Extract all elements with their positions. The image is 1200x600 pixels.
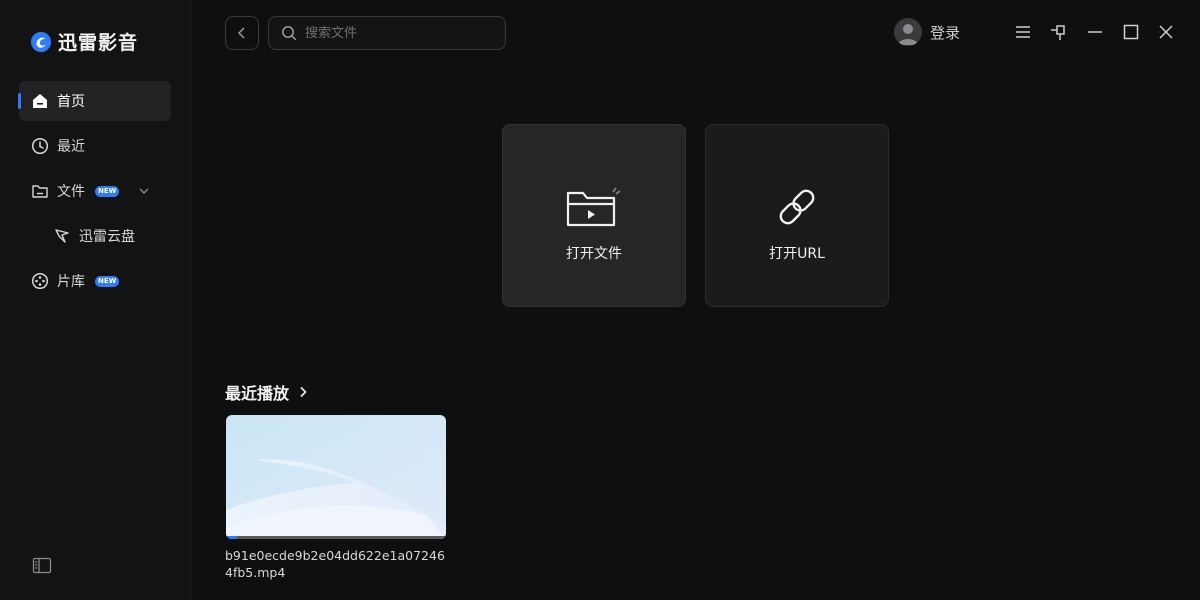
sidebar-item-home[interactable]: 首页 [18, 81, 171, 121]
open-url-button[interactable]: 打开URL [705, 124, 889, 307]
menu-icon[interactable] [1013, 22, 1033, 42]
cloud-drive-icon [55, 229, 69, 243]
clock-icon [31, 137, 49, 155]
open-file-button[interactable]: 打开文件 [502, 124, 686, 307]
sidebar-item-files[interactable]: 文件 NEW [19, 171, 171, 211]
folder-icon [32, 185, 48, 198]
sidebar-item-label: 最近 [57, 139, 85, 155]
home-icon [33, 94, 47, 108]
pin-icon[interactable] [1049, 22, 1069, 42]
app-name: 迅雷影音 [58, 32, 139, 54]
playback-progress-fill [226, 536, 237, 539]
chevron-left-icon [237, 27, 245, 39]
playback-progress-track [226, 536, 446, 539]
maximize-icon[interactable] [1121, 22, 1141, 42]
search-box[interactable] [268, 16, 506, 50]
new-badge: NEW [95, 275, 120, 287]
film-reel-icon [31, 272, 49, 290]
new-badge: NEW [95, 185, 120, 197]
back-button[interactable] [225, 16, 259, 50]
link-icon [779, 189, 815, 225]
login-label: 登录 [930, 23, 961, 42]
chevron-right-icon [300, 386, 307, 398]
search-icon [282, 26, 297, 41]
recent-section-header[interactable]: 最近播放 [225, 380, 309, 404]
recent-title: 最近播放 [225, 384, 290, 403]
open-file-label: 打开文件 [566, 246, 622, 262]
sidebar-item-label: 首页 [57, 94, 85, 110]
app-logo: 迅雷影音 [30, 28, 138, 55]
close-icon[interactable] [1156, 22, 1176, 42]
thunder-logo-icon [30, 31, 52, 52]
sidebar: 迅雷影音 首页 最近 文件 NEW 迅雷云盘 片库 NEW [0, 0, 191, 600]
video-thumbnail-image [226, 415, 446, 539]
sidebar-collapse-icon[interactable] [32, 557, 52, 575]
sidebar-item-label: 迅雷云盘 [79, 229, 135, 245]
sidebar-item-library[interactable]: 片库 NEW [19, 261, 171, 301]
sidebar-item-recent[interactable]: 最近 [19, 126, 171, 166]
user-icon [898, 24, 918, 45]
minimize-icon[interactable] [1085, 22, 1105, 42]
recent-video-filename: b91e0ecde9b2e04dd622e1a072464fb5.mp4 [225, 548, 445, 580]
login-button[interactable]: 登录 [894, 18, 960, 46]
recent-video-thumbnail[interactable] [226, 415, 446, 539]
folder-play-icon [566, 187, 621, 227]
avatar [894, 18, 922, 46]
sidebar-item-label: 片库 [57, 274, 85, 290]
open-url-label: 打开URL [769, 246, 825, 262]
sidebar-item-cloud-drive[interactable]: 迅雷云盘 [19, 216, 171, 256]
search-input[interactable] [305, 25, 495, 41]
sidebar-item-label: 文件 [57, 184, 85, 200]
chevron-down-icon[interactable] [137, 184, 151, 198]
